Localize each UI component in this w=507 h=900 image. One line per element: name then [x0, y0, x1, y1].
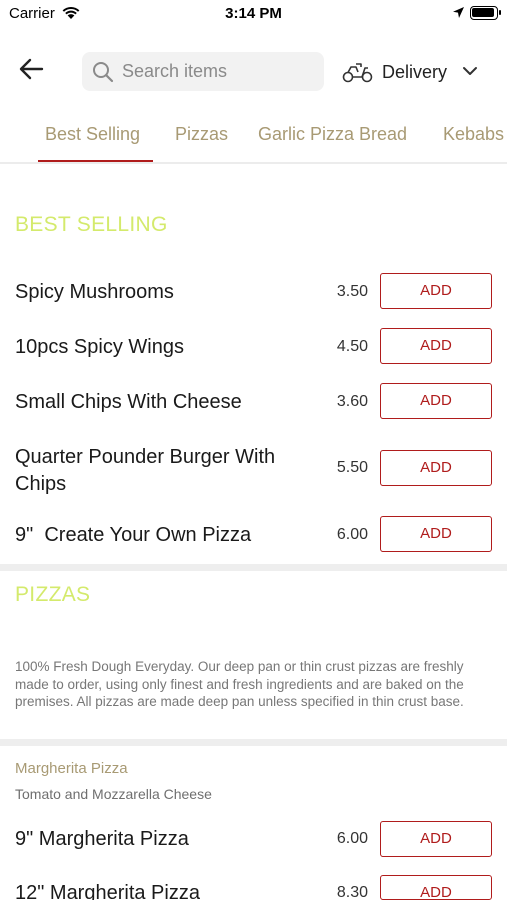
section-title-best-selling: BEST SELLING: [15, 213, 168, 236]
subcategory-title: Margherita Pizza: [15, 760, 128, 777]
header: Delivery: [0, 40, 507, 100]
chevron-down-icon: [463, 67, 477, 75]
add-button[interactable]: ADD: [380, 450, 492, 486]
tab-garlic-pizza-bread[interactable]: Garlic Pizza Bread: [258, 124, 407, 145]
tab-best-selling[interactable]: Best Selling: [45, 124, 140, 145]
item-name: 10pcs Spicy Wings: [15, 336, 184, 358]
item-name: Quarter Pounder Burger With Chips: [15, 446, 276, 495]
scooter-icon: [342, 63, 373, 83]
item-price: 4.50: [336, 338, 368, 355]
add-button[interactable]: ADD: [380, 875, 492, 900]
add-button[interactable]: ADD: [380, 821, 492, 857]
item-price: 6.00: [336, 830, 368, 847]
location-arrow-icon: [452, 6, 465, 24]
battery-icon: [470, 6, 501, 20]
section-divider: [0, 739, 507, 746]
active-tab-indicator: [38, 160, 153, 162]
add-button[interactable]: ADD: [380, 328, 492, 364]
item-price: 8.30: [336, 884, 368, 900]
status-bar: Carrier 3:14 PM: [0, 0, 507, 30]
item-price: 5.50: [336, 459, 368, 476]
arrow-left-icon: [19, 58, 44, 80]
item-name: Small Chips With Cheese: [15, 391, 242, 413]
section-divider: [0, 564, 507, 571]
status-time: 3:14 PM: [225, 5, 282, 22]
delivery-dropdown[interactable]: Delivery: [340, 52, 490, 91]
delivery-label: Delivery: [382, 62, 448, 82]
category-tabs: Best Selling Pizzas Garlic Pizza Bread K…: [0, 112, 507, 164]
search-input[interactable]: [122, 52, 317, 91]
add-button[interactable]: ADD: [380, 383, 492, 419]
section-description: 100% Fresh Dough Everyday. Our deep pan …: [15, 659, 464, 709]
item-price: 6.00: [336, 526, 368, 543]
add-button[interactable]: ADD: [380, 273, 492, 309]
item-price: 3.60: [336, 393, 368, 410]
search-bar[interactable]: [82, 52, 324, 91]
tab-kebabs[interactable]: Kebabs: [443, 124, 504, 145]
item-price: 3.50: [336, 283, 368, 300]
subcategory-description: Tomato and Mozzarella Cheese: [15, 786, 212, 802]
back-button[interactable]: [18, 57, 54, 85]
item-name: 9" Create Your Own Pizza: [15, 524, 252, 546]
item-name: 9" Margherita Pizza: [15, 828, 189, 850]
add-button[interactable]: ADD: [380, 516, 492, 552]
tab-pizzas[interactable]: Pizzas: [175, 124, 228, 145]
item-name: 12" Margherita Pizza: [15, 882, 200, 900]
search-icon: [93, 62, 114, 83]
item-name: Spicy Mushrooms: [15, 281, 174, 303]
section-title-pizzas: PIZZAS: [15, 583, 91, 606]
